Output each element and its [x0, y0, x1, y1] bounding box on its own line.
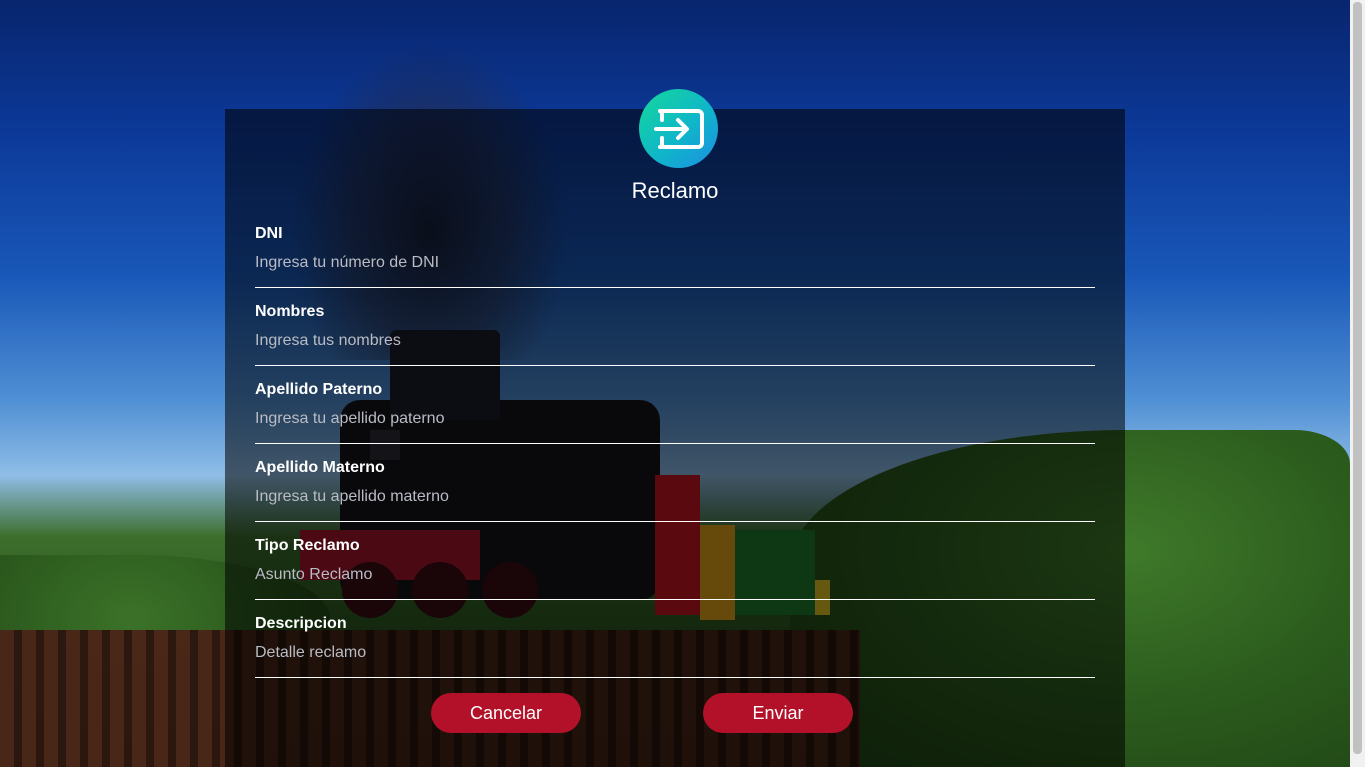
- dni-label: DNI: [255, 225, 283, 242]
- descripcion-input[interactable]: [255, 641, 1095, 665]
- dni-field-group: DNI: [255, 225, 1095, 288]
- login-arrow-icon: [639, 89, 718, 168]
- apellido-paterno-field-group: Apellido Paterno: [255, 381, 1095, 444]
- dni-input[interactable]: [255, 251, 1095, 275]
- nombres-field-group: Nombres: [255, 303, 1095, 366]
- descripcion-field-group: Descripcion: [255, 615, 1095, 678]
- tipo-reclamo-field-group: Tipo Reclamo: [255, 537, 1095, 600]
- apellido-paterno-input[interactable]: [255, 407, 1095, 431]
- scrollbar-thumb[interactable]: [1353, 2, 1362, 754]
- apellido-materno-label: Apellido Materno: [255, 459, 385, 476]
- page-background: Reclamo DNI Nombres Apellido Paterno Ape…: [0, 0, 1365, 767]
- tipo-reclamo-input[interactable]: [255, 563, 1095, 587]
- form-title: Reclamo: [631, 178, 719, 203]
- nombres-input[interactable]: [255, 329, 1095, 353]
- submit-button[interactable]: Enviar: [703, 693, 853, 733]
- cancel-button[interactable]: Cancelar: [431, 693, 581, 733]
- apellido-paterno-label: Apellido Paterno: [255, 381, 383, 398]
- tipo-reclamo-label: Tipo Reclamo: [255, 537, 360, 554]
- apellido-materno-field-group: Apellido Materno: [255, 459, 1095, 522]
- apellido-materno-input[interactable]: [255, 485, 1095, 509]
- page-scrollbar[interactable]: [1350, 0, 1365, 767]
- nombres-label: Nombres: [255, 303, 325, 320]
- descripcion-label: Descripcion: [255, 615, 347, 632]
